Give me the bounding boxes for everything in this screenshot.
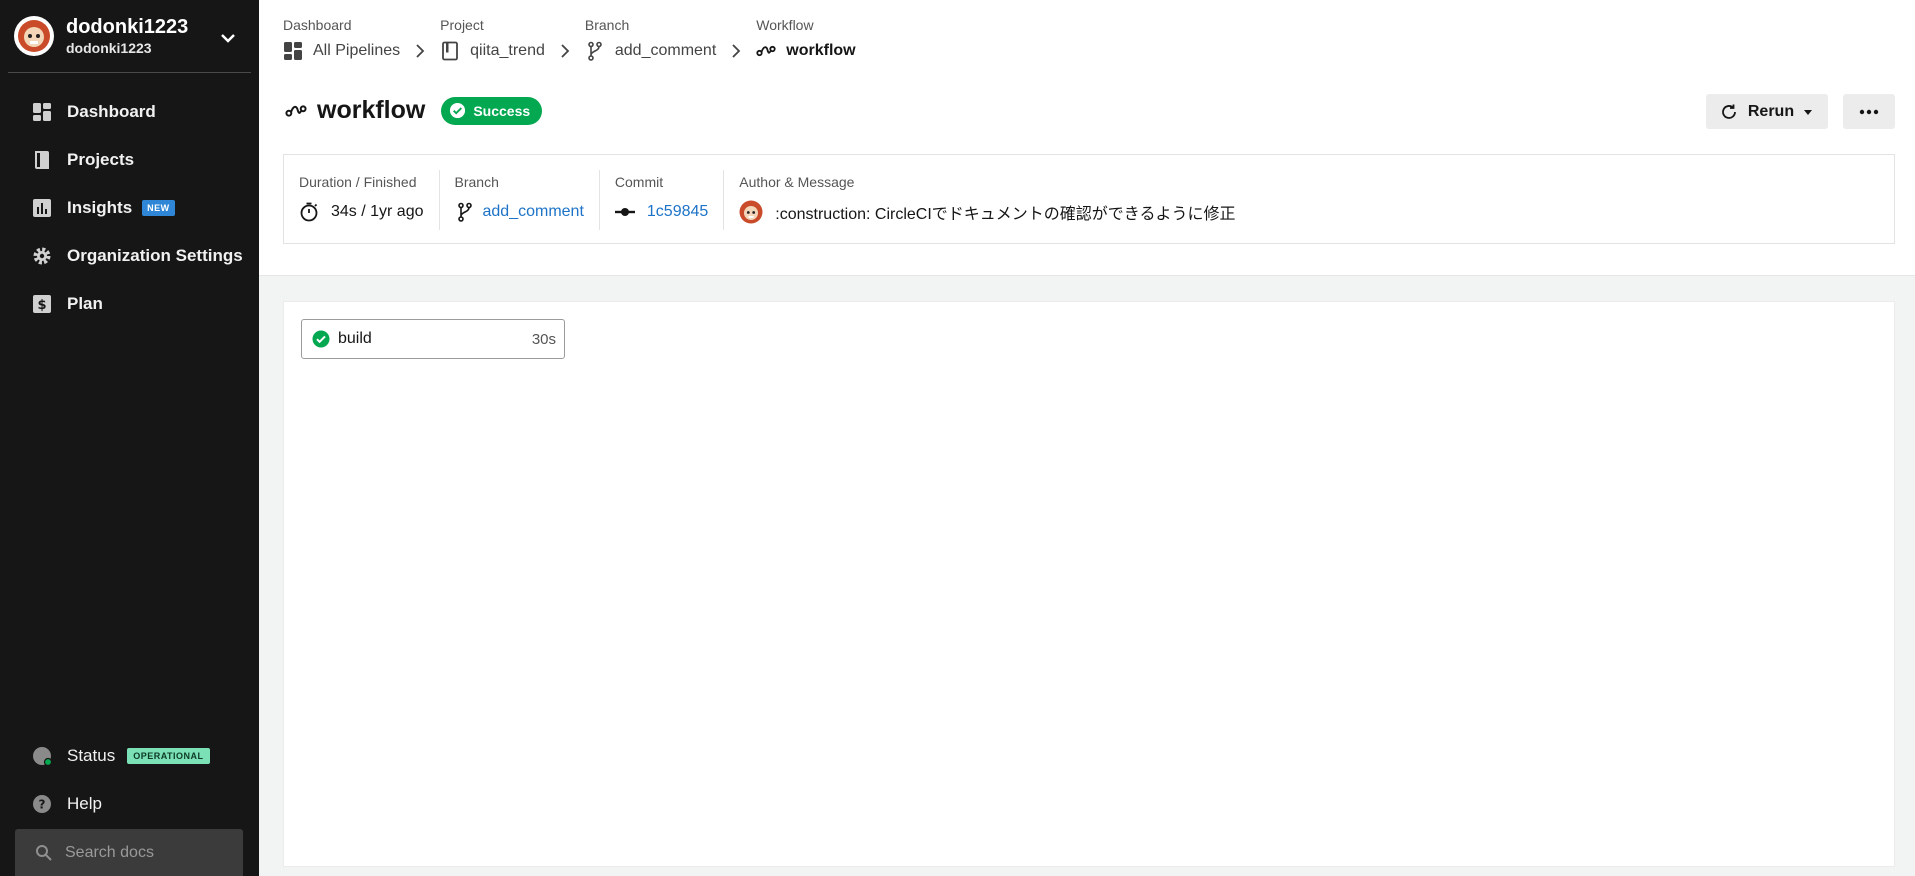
meta-label: Commit bbox=[614, 174, 664, 190]
workflow-header: Dashboard All Pipelines Project qiita_tr… bbox=[259, 0, 1915, 276]
sidebar: dodonki1223 dodonki1223 Dashboard Projec… bbox=[0, 0, 259, 876]
breadcrumb-label: Project bbox=[440, 17, 484, 33]
project-icon bbox=[442, 41, 459, 61]
job-build[interactable]: build 30s bbox=[301, 319, 565, 359]
status-badge: Success bbox=[441, 96, 543, 125]
svg-text:?: ? bbox=[39, 798, 46, 812]
svg-text:$: $ bbox=[37, 298, 46, 313]
sidebar-item-status[interactable]: Status OPERATIONAL bbox=[0, 734, 259, 778]
search-icon bbox=[36, 844, 52, 861]
breadcrumb-project[interactable]: Project qiita_trend bbox=[440, 17, 545, 65]
breadcrumb: Dashboard All Pipelines Project qiita_tr… bbox=[283, 17, 856, 65]
job-name: build bbox=[338, 330, 372, 347]
page-title: workflow bbox=[317, 96, 426, 124]
workflow-graph: build 30s bbox=[283, 301, 1895, 867]
project-icon bbox=[35, 151, 49, 169]
workflow-icon bbox=[285, 104, 307, 117]
org-name: dodonki1223 bbox=[66, 16, 189, 38]
dollar-icon: $ bbox=[33, 295, 51, 313]
breadcrumb-branch[interactable]: Branch add_comment bbox=[585, 17, 716, 65]
sidebar-item-label: Status bbox=[67, 746, 116, 765]
timer-icon bbox=[300, 202, 318, 222]
ellipsis-icon bbox=[1859, 109, 1879, 114]
sidebar-item-org-settings[interactable]: Organization Settings bbox=[0, 234, 259, 278]
help-icon: ? bbox=[33, 795, 51, 813]
branch-icon bbox=[588, 41, 602, 61]
author-avatar bbox=[739, 200, 763, 224]
sidebar-item-label: Insights bbox=[67, 198, 133, 217]
sidebar-item-plan[interactable]: $ Plan bbox=[0, 282, 259, 326]
title-row: workflow Success bbox=[285, 96, 543, 125]
sidebar-item-label: Organization Settings bbox=[67, 246, 243, 265]
sidebar-divider bbox=[8, 72, 251, 73]
status-label: Success bbox=[473, 102, 531, 119]
sidebar-item-label: Help bbox=[67, 794, 102, 813]
sidebar-item-insights[interactable]: Insights NEW bbox=[0, 186, 259, 230]
breadcrumb-workflow[interactable]: Workflow workflow bbox=[756, 17, 855, 65]
org-switcher[interactable]: dodonki1223 dodonki1223 bbox=[14, 12, 244, 60]
sidebar-item-label: Projects bbox=[67, 150, 135, 169]
org-username: dodonki1223 bbox=[66, 40, 152, 56]
status-badge: OPERATIONAL bbox=[127, 748, 210, 764]
breadcrumb-label: Workflow bbox=[756, 17, 814, 33]
commit-message: :construction: CircleCIでドキュメントの確認ができるように… bbox=[775, 206, 1236, 223]
chevron-right-icon bbox=[716, 17, 756, 65]
check-circle-icon bbox=[312, 330, 330, 348]
check-circle-icon bbox=[450, 102, 466, 119]
breadcrumb-value: add_comment bbox=[614, 42, 717, 59]
sidebar-item-label: Dashboard bbox=[67, 102, 156, 121]
breadcrumb-value: workflow bbox=[786, 42, 856, 59]
workflow-icon bbox=[756, 45, 776, 57]
branch-link[interactable]: add_comment bbox=[483, 203, 584, 221]
sidebar-item-help[interactable]: ? Help bbox=[0, 782, 259, 826]
gear-icon bbox=[33, 247, 51, 265]
refresh-icon bbox=[1721, 104, 1736, 119]
dashboard-icon bbox=[284, 42, 302, 60]
search-input[interactable] bbox=[65, 843, 235, 862]
job-duration: 30s bbox=[531, 330, 556, 348]
chevron-right-icon bbox=[400, 17, 440, 65]
meta-label: Branch bbox=[454, 174, 499, 190]
dashboard-icon bbox=[33, 103, 51, 121]
breadcrumb-label: Branch bbox=[584, 17, 630, 33]
status-icon bbox=[33, 747, 52, 766]
insights-icon bbox=[33, 199, 51, 217]
chevron-down-icon[interactable] bbox=[216, 26, 240, 50]
rerun-button[interactable]: Rerun bbox=[1706, 94, 1828, 129]
breadcrumb-value: All Pipelines bbox=[313, 42, 401, 59]
breadcrumb-dashboard[interactable]: Dashboard All Pipelines bbox=[283, 17, 400, 65]
meta-author: Author & Message :construction: CircleCI… bbox=[724, 170, 1250, 230]
workflow-metadata: Duration / Finished 34s / 1yr ago Branch… bbox=[283, 154, 1895, 244]
breadcrumb-label: Dashboard bbox=[283, 17, 352, 33]
duration-value: 34s / 1yr ago bbox=[331, 203, 424, 220]
breadcrumb-value: qiita_trend bbox=[470, 42, 545, 59]
search-docs bbox=[15, 829, 243, 876]
commit-icon bbox=[614, 208, 635, 216]
commit-link[interactable]: 1c59845 bbox=[647, 203, 708, 221]
chevron-right-icon bbox=[545, 17, 585, 65]
meta-label: Duration / Finished bbox=[299, 174, 417, 190]
sidebar-item-projects[interactable]: Projects bbox=[0, 138, 259, 182]
meta-duration: Duration / Finished 34s / 1yr ago bbox=[284, 170, 440, 230]
meta-branch: Branch add_comment bbox=[440, 170, 600, 230]
meta-label: Author & Message bbox=[739, 174, 855, 190]
branch-icon bbox=[457, 202, 472, 222]
sidebar-item-label: Plan bbox=[67, 294, 103, 313]
meta-commit: Commit 1c59845 bbox=[600, 170, 725, 230]
caret-down-icon bbox=[1804, 109, 1813, 115]
avatar bbox=[14, 16, 54, 56]
rerun-label: Rerun bbox=[1747, 102, 1795, 120]
sidebar-item-dashboard[interactable]: Dashboard bbox=[0, 90, 259, 134]
new-badge: NEW bbox=[142, 200, 175, 216]
more-options-button[interactable] bbox=[1843, 94, 1895, 129]
